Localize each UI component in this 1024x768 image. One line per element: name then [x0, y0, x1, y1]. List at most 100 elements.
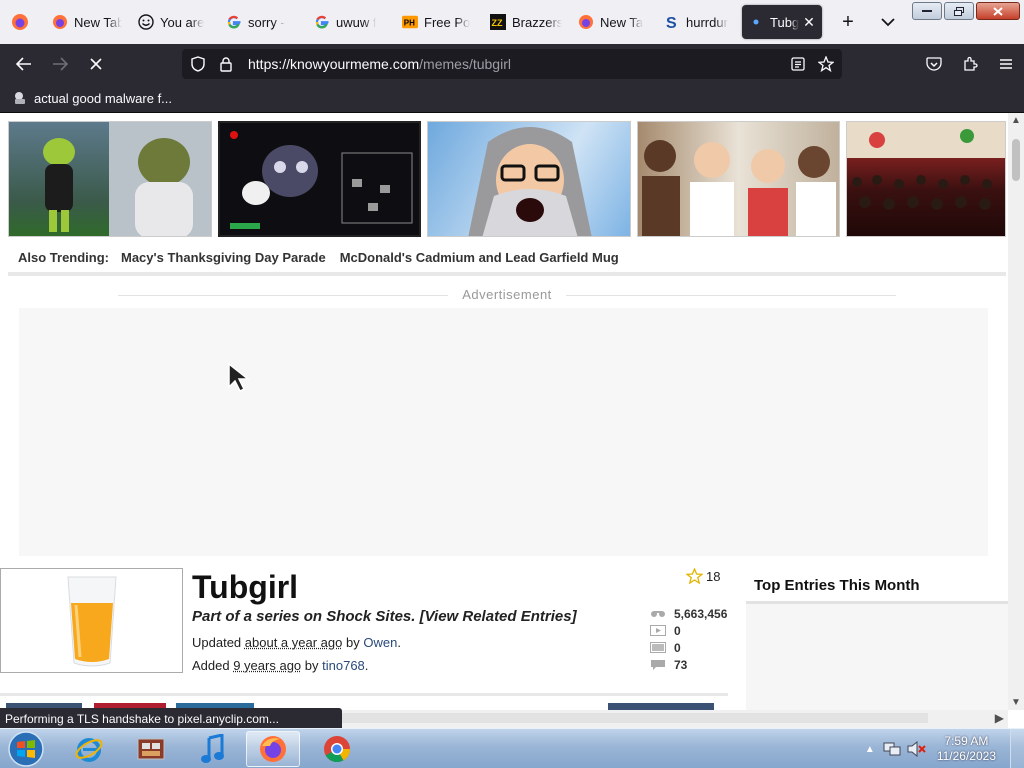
- tab[interactable]: You are: [132, 5, 216, 39]
- stat-photos: 0: [650, 639, 727, 656]
- entry-thumbnail[interactable]: [0, 568, 183, 673]
- plus-icon: +: [842, 11, 854, 34]
- hamburger-icon: [999, 58, 1013, 70]
- crowd-image-icon: [847, 122, 1006, 237]
- bookmark-star-button[interactable]: [812, 50, 840, 78]
- minimize-icon: [922, 9, 932, 13]
- forward-button[interactable]: [42, 48, 78, 80]
- stop-loading-button[interactable]: [78, 48, 114, 80]
- updated-by-user-link[interactable]: Owen: [363, 635, 397, 650]
- zz-icon: ZZ: [490, 14, 506, 30]
- url-path: /memes/tubgirl: [419, 56, 511, 72]
- entry-updated-line: Updated about a year ago by Owen.: [192, 635, 401, 650]
- family-photo-icon: [638, 122, 841, 237]
- close-tab-icon[interactable]: ✕: [803, 14, 815, 31]
- address-bar[interactable]: https://knowyourmeme.com/memes/tubgirl: [182, 49, 842, 79]
- trending-link-macys[interactable]: Macy's Thanksgiving Day Parade: [121, 250, 326, 265]
- arrow-left-icon: [16, 57, 32, 71]
- network-icon[interactable]: [883, 741, 901, 757]
- taskbar-media-center[interactable]: [124, 731, 178, 767]
- tab-active[interactable]: Tubg ✕: [742, 5, 822, 39]
- svg-text:PH: PH: [404, 19, 415, 28]
- pocket-button[interactable]: [916, 48, 952, 80]
- volume-muted-icon[interactable]: [907, 741, 927, 757]
- tray-overflow-button[interactable]: ▲: [865, 744, 875, 755]
- taskbar-internet-explorer[interactable]: [62, 731, 116, 767]
- scroll-up-arrow[interactable]: ▲: [1011, 115, 1021, 126]
- taskbar-itunes[interactable]: [186, 731, 240, 767]
- horizontal-scrollbar[interactable]: ▶: [342, 710, 1008, 728]
- scroll-down-arrow[interactable]: ▼: [1011, 697, 1021, 708]
- status-text: Performing a TLS handshake to pixel.anyc…: [5, 712, 279, 726]
- trending-carousel: [8, 121, 1006, 237]
- added-label: Added: [192, 658, 230, 673]
- trending-thumbnail-family[interactable]: [637, 121, 841, 237]
- extensions-button[interactable]: [952, 48, 988, 80]
- taskbar-firefox[interactable]: [246, 731, 300, 767]
- advertisement-slot[interactable]: [19, 308, 988, 556]
- new-tab-button[interactable]: +: [832, 6, 864, 38]
- close-icon: [90, 58, 102, 70]
- entry-title: Tubgirl: [192, 569, 298, 606]
- show-desktop-button[interactable]: [1010, 729, 1024, 768]
- tab-title: Tubg: [770, 15, 799, 30]
- reader-view-button[interactable]: [784, 50, 812, 78]
- bookmark-favicon-icon: [12, 90, 28, 106]
- comment-icon: [650, 659, 666, 670]
- start-button[interactable]: [6, 730, 46, 768]
- tab[interactable]: uwuw f: [308, 5, 392, 39]
- firefox-icon: [52, 14, 68, 30]
- url-text[interactable]: https://knowyourmeme.com/memes/tubgirl: [248, 56, 511, 72]
- updated-by-label: by: [346, 635, 360, 650]
- url-host: https://knowyourmeme.com: [248, 56, 419, 72]
- taskbar-chrome[interactable]: [310, 731, 364, 767]
- trending-thumbnail-mascots[interactable]: [8, 121, 212, 237]
- tab-list: New Tab You are sorry - uwuw f PH Free Po ZZ Br…: [40, 0, 822, 44]
- restore-icon: [954, 7, 964, 16]
- close-window-button[interactable]: [976, 2, 1020, 20]
- trending-thumbnail-fnaf[interactable]: [218, 121, 422, 237]
- tab[interactable]: PH Free Po: [396, 5, 480, 39]
- puzzle-icon: [962, 56, 978, 72]
- minimize-button[interactable]: [912, 2, 942, 20]
- film-icon: [136, 735, 166, 763]
- firefox-icon: [578, 14, 594, 30]
- scroll-right-arrow[interactable]: ▶: [995, 711, 1004, 725]
- system-tray: ▲ 7:59 AM 11/26/2023: [865, 729, 1024, 768]
- firefox-view-button[interactable]: [0, 0, 40, 44]
- tab-title: New Ta: [600, 15, 643, 30]
- series-text: Part of a series on Shock Sites.: [192, 608, 415, 625]
- trending-thumbnail-wizard[interactable]: [427, 121, 631, 237]
- svg-text:ZZ: ZZ: [492, 18, 503, 28]
- horizontal-scrollbar-thumb[interactable]: [342, 713, 928, 723]
- tab[interactable]: ZZ Brazzers: [484, 5, 568, 39]
- entry-series-line: Part of a series on Shock Sites. [View R…: [192, 608, 577, 625]
- tab[interactable]: New Tab: [46, 5, 128, 39]
- added-by-user-link[interactable]: tino768: [322, 658, 365, 673]
- tab[interactable]: New Ta: [572, 5, 654, 39]
- tab-title: sorry -: [248, 15, 285, 30]
- scrollbar-thumb[interactable]: [1012, 139, 1020, 181]
- close-icon: [993, 7, 1003, 16]
- tab[interactable]: sorry -: [220, 5, 304, 39]
- vertical-scrollbar[interactable]: ▲ ▼: [1008, 113, 1024, 710]
- trending-link-garfield-mug[interactable]: McDonald's Cadmium and Lead Garfield Mug: [340, 250, 619, 265]
- bookmark-item[interactable]: actual good malware f...: [12, 90, 172, 106]
- tab-title: Free Po: [424, 15, 470, 30]
- share-button-other[interactable]: [608, 703, 714, 710]
- chevron-down-icon: [881, 17, 895, 27]
- videos-count: 0: [674, 624, 681, 638]
- trending-thumbnail-parade[interactable]: [846, 121, 1006, 237]
- view-related-entries-link[interactable]: [View Related Entries]: [420, 608, 577, 625]
- clock[interactable]: 7:59 AM 11/26/2023: [937, 734, 996, 764]
- tab[interactable]: Shurrdur: [658, 5, 738, 39]
- list-all-tabs-button[interactable]: [872, 6, 904, 38]
- app-menu-button[interactable]: [988, 48, 1024, 80]
- restore-button[interactable]: [944, 2, 974, 20]
- tracking-protection-button[interactable]: [184, 50, 212, 78]
- site-info-button[interactable]: [212, 50, 240, 78]
- smiley-icon: [138, 14, 154, 30]
- favorite-button[interactable]: 18: [686, 568, 720, 584]
- back-button[interactable]: [6, 48, 42, 80]
- s-icon: S: [664, 14, 680, 30]
